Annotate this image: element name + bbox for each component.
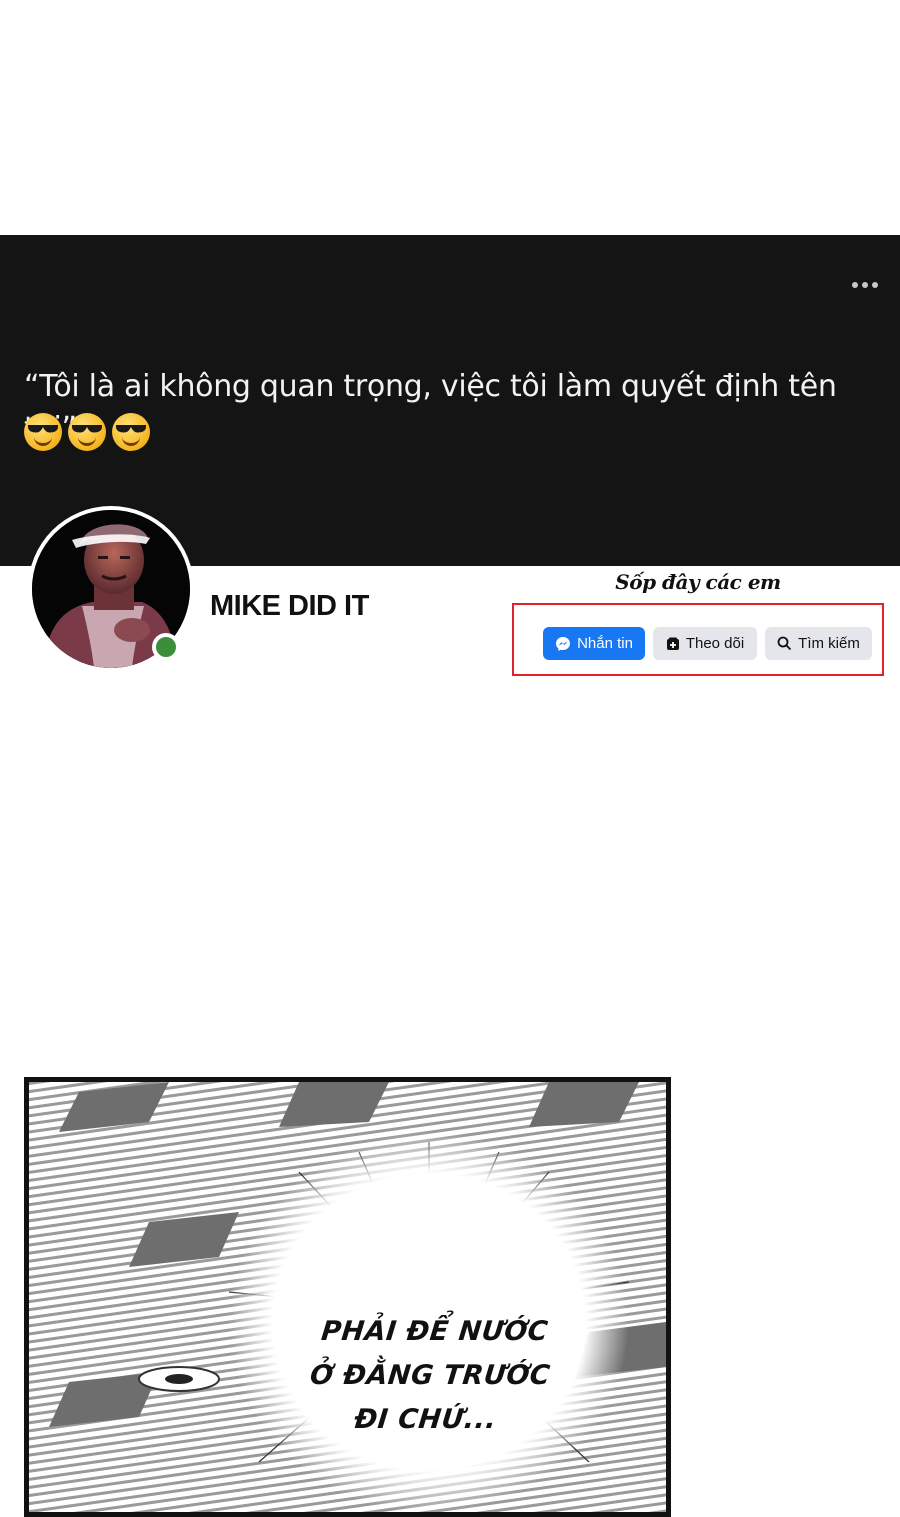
message-button[interactable]: Nhắn tin bbox=[543, 627, 645, 660]
speech-text: PHẢI ĐỂ NƯỚC Ở ĐẰNG TRƯỚC ĐI CHỨ... bbox=[273, 1310, 587, 1442]
follow-button[interactable]: Theo dõi bbox=[653, 627, 757, 660]
sunglasses-emoji-icon bbox=[68, 413, 106, 451]
search-button[interactable]: Tìm kiếm bbox=[765, 627, 872, 660]
manga-panel bbox=[24, 1077, 671, 1517]
more-options-icon[interactable] bbox=[852, 282, 878, 288]
messenger-icon bbox=[556, 636, 571, 651]
annotation-caption: Sốp đây các em bbox=[615, 570, 781, 594]
search-button-label: Tìm kiếm bbox=[798, 635, 860, 652]
bio-quote: “Tôi là ai không quan trọng, việc tôi là… bbox=[24, 369, 837, 446]
sunglasses-emoji-icon bbox=[24, 413, 62, 451]
bio-emoji-row bbox=[24, 413, 150, 451]
follow-icon bbox=[666, 637, 679, 650]
online-status-indicator bbox=[152, 633, 180, 661]
follow-button-label: Theo dõi bbox=[685, 635, 745, 652]
search-icon bbox=[777, 636, 792, 651]
speech-line: PHẢI ĐỂ NƯỚC bbox=[319, 1316, 550, 1347]
message-button-label: Nhắn tin bbox=[577, 635, 633, 652]
profile-name: MIKE DID IT bbox=[210, 590, 369, 622]
speech-line: ĐI CHỨ... bbox=[352, 1404, 498, 1435]
speech-line: Ở ĐẰNG TRƯỚC bbox=[308, 1360, 552, 1391]
sunglasses-emoji-icon bbox=[112, 413, 150, 451]
